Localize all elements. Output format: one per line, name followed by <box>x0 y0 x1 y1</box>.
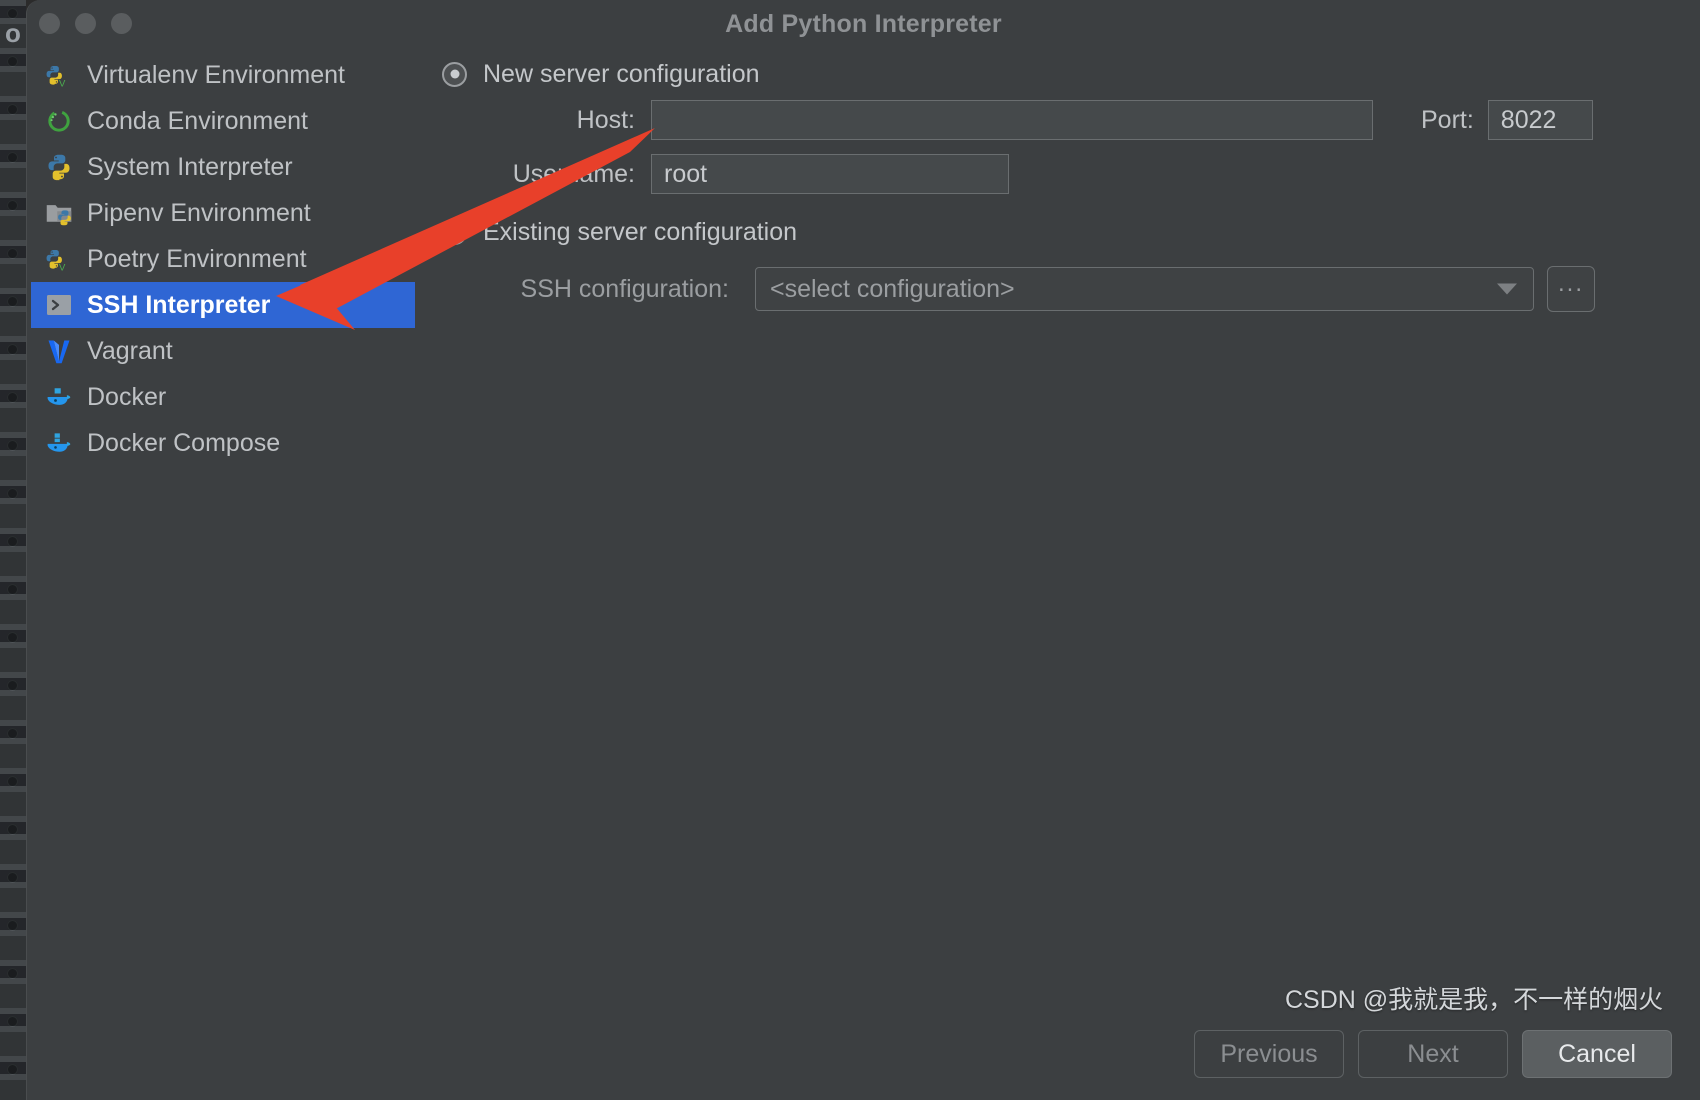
sidebar-item-docker[interactable]: Docker <box>31 374 415 420</box>
background-gutter-dots <box>4 0 22 1100</box>
port-input[interactable]: 8022 <box>1487 100 1593 140</box>
server-configuration-panel: New server configuration Host: Port: 802… <box>442 52 1700 326</box>
background-gutter-dot <box>7 536 18 547</box>
dialog-title: Add Python Interpreter <box>725 10 1002 38</box>
background-gutter-dot <box>7 344 18 355</box>
sidebar-item-label: Docker Compose <box>87 428 281 457</box>
background-gutter-dot <box>7 392 18 403</box>
background-gutter-dot <box>7 632 18 643</box>
host-input[interactable] <box>651 100 1373 140</box>
sidebar-item-poetry-environment[interactable]: V Poetry Environment <box>31 236 415 282</box>
existing-server-label: Existing server configuration <box>483 217 798 246</box>
username-row: Username: root <box>442 154 1700 194</box>
ssh-terminal-icon <box>44 290 74 320</box>
sidebar-item-label: Conda Environment <box>87 106 308 135</box>
background-glyph: o <box>5 18 21 48</box>
port-label: Port: <box>1421 105 1474 134</box>
next-button[interactable]: Next <box>1358 1030 1508 1078</box>
vagrant-icon <box>44 336 74 366</box>
sidebar-item-vagrant[interactable]: Vagrant <box>31 328 415 374</box>
username-label: Username: <box>512 159 635 188</box>
sidebar-item-label: Docker <box>87 382 167 411</box>
cancel-button[interactable]: Cancel <box>1522 1030 1672 1078</box>
background-gutter-dot <box>7 488 18 499</box>
sidebar-item-conda-environment[interactable]: Conda Environment <box>31 98 415 144</box>
previous-button[interactable]: Previous <box>1194 1030 1344 1078</box>
background-gutter-dot <box>7 776 18 787</box>
background-gutter-dot <box>7 1064 18 1075</box>
sidebar-item-label: Pipenv Environment <box>87 198 311 227</box>
background-gutter-dot <box>7 152 18 163</box>
conda-icon <box>44 106 74 136</box>
ssh-configuration-browse-button[interactable]: ... <box>1547 266 1595 312</box>
host-label: Host: <box>576 105 635 134</box>
background-gutter-dot <box>7 872 18 883</box>
svg-text:V: V <box>59 262 66 273</box>
background-gutter-dot <box>7 920 18 931</box>
existing-server-configuration-option[interactable]: Existing server configuration <box>442 210 1700 254</box>
host-row: Host: Port: 8022 <box>442 100 1700 140</box>
dialog-titlebar: Add Python Interpreter <box>27 0 1700 48</box>
username-input[interactable]: root <box>651 154 1009 194</box>
new-server-configuration-option[interactable]: New server configuration <box>442 52 1700 96</box>
new-server-radio[interactable] <box>442 61 467 87</box>
sidebar-item-pipenv-environment[interactable]: Pipenv Environment <box>31 190 415 236</box>
background-gutter-dot <box>7 584 18 595</box>
background-gutter-dot <box>7 296 18 307</box>
background-gutter-dot <box>7 104 18 115</box>
python-icon <box>44 152 74 182</box>
chevron-down-icon <box>1497 283 1517 295</box>
background-gutter-dot <box>7 824 18 835</box>
svg-text:V: V <box>59 78 66 89</box>
pipenv-icon <box>44 198 74 228</box>
sidebar-item-ssh-interpreter[interactable]: SSH Interpreter <box>31 282 415 328</box>
existing-server-radio[interactable] <box>442 219 467 245</box>
background-ide-gutter: o <box>0 0 26 1100</box>
sidebar-item-label: SSH Interpreter <box>87 290 271 319</box>
ssh-configuration-select[interactable]: <select configuration> <box>755 267 1534 311</box>
screenshot-root: o Add Python Interpreter V Virtualenv En… <box>0 0 1700 1100</box>
ssh-configuration-label: SSH configuration: <box>520 274 729 303</box>
docker-compose-icon <box>44 428 74 458</box>
background-gutter-dot <box>7 968 18 979</box>
sidebar-item-label: Virtualenv Environment <box>87 60 346 89</box>
dialog-footer: Previous Next Cancel <box>1194 1030 1672 1078</box>
sidebar-item-label: Poetry Environment <box>87 244 307 273</box>
ssh-configuration-value: <select configuration> <box>770 274 1015 303</box>
csdn-watermark: CSDN @我就是我，不一样的烟火 <box>1285 986 1664 1014</box>
background-gutter-dot <box>7 200 18 211</box>
sidebar-item-label: System Interpreter <box>87 152 293 181</box>
poetry-icon: V <box>44 244 74 274</box>
background-gutter-dot <box>7 680 18 691</box>
docker-icon <box>44 382 74 412</box>
background-gutter-dot <box>7 56 18 67</box>
interpreter-type-list: V Virtualenv Environment Conda Environme… <box>31 52 415 466</box>
background-gutter-dot <box>7 8 18 19</box>
new-server-label: New server configuration <box>483 59 760 88</box>
sidebar-item-docker-compose[interactable]: Docker Compose <box>31 420 415 466</box>
background-gutter-dot <box>7 440 18 451</box>
background-gutter-dot <box>7 248 18 259</box>
sidebar-item-system-interpreter[interactable]: System Interpreter <box>31 144 415 190</box>
python-venv-icon: V <box>44 60 74 90</box>
sidebar-item-virtualenv-environment[interactable]: V Virtualenv Environment <box>31 52 415 98</box>
add-python-interpreter-dialog: Add Python Interpreter V Virtualenv Envi… <box>26 0 1700 1100</box>
ssh-configuration-row: SSH configuration: <select configuration… <box>442 266 1700 312</box>
background-gutter-dot <box>7 728 18 739</box>
sidebar-item-label: Vagrant <box>87 336 173 365</box>
background-gutter-dot <box>7 1016 18 1027</box>
